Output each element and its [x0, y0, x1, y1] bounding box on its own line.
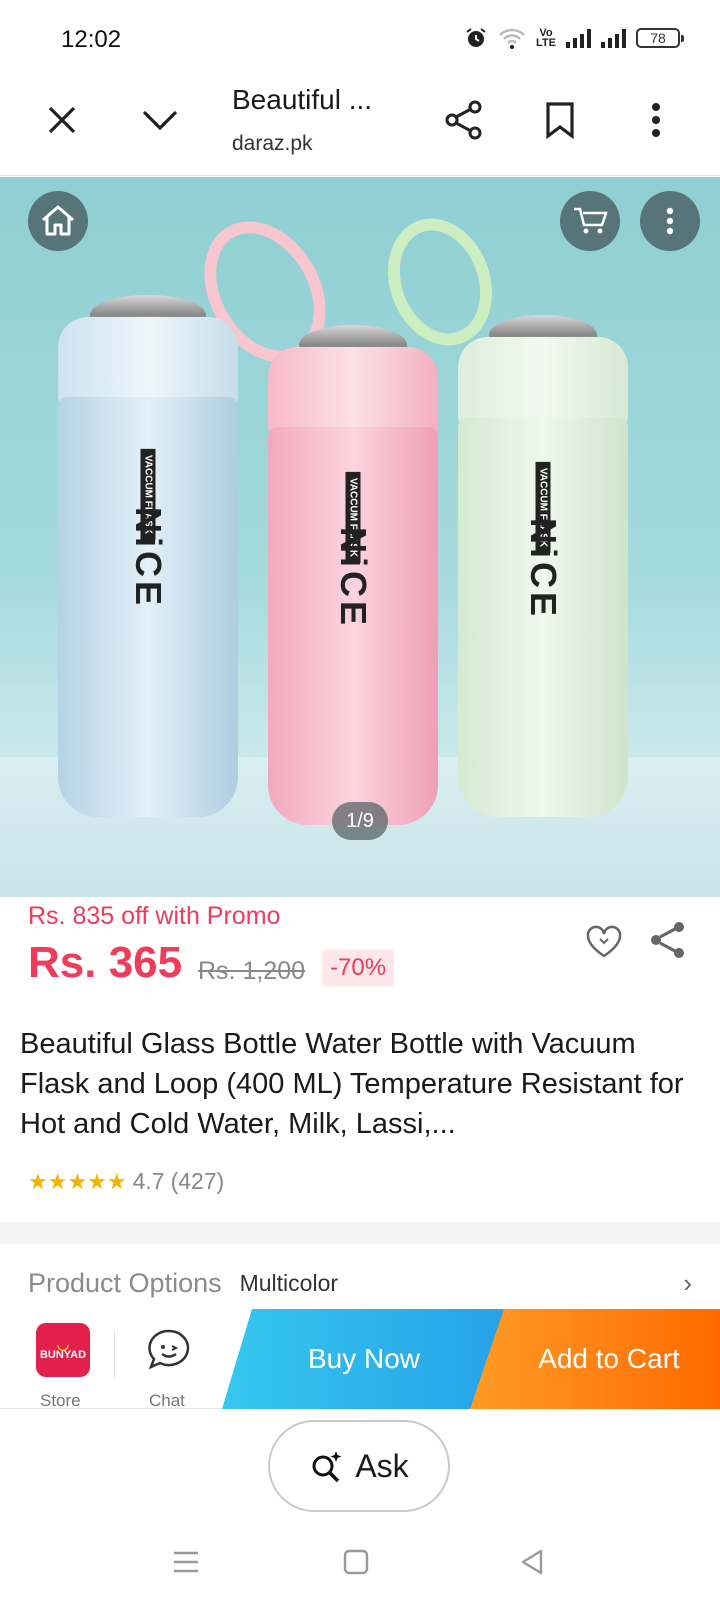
ask-button[interactable]: Ask [268, 1420, 450, 1512]
original-price: Rs. 1,200 [198, 957, 306, 985]
store-button[interactable]: ◡ BUNYAD [36, 1323, 90, 1377]
signal-icon-1 [566, 28, 591, 48]
chevron-right-icon: › [683, 1268, 692, 1298]
product-bottle-blue: VACCUM FLASK NiCE [58, 295, 238, 817]
volte-indicator: Vo LTE [536, 27, 556, 49]
add-to-cart-button[interactable]: Add to Cart [470, 1309, 720, 1409]
home-button[interactable] [28, 191, 88, 251]
promo-text: Rs. 835 off with Promo [28, 902, 281, 930]
rating-value: 4.7 [132, 1168, 165, 1194]
wifi-icon [499, 28, 525, 49]
store-logo-icon: ◡ [56, 1336, 70, 1352]
page-title: Beautiful ... [232, 84, 373, 115]
collapse-button[interactable] [132, 92, 188, 148]
product-bottle-pink: VACCUM FLASK NiCE [268, 325, 438, 825]
system-nav-bar [0, 1530, 720, 1590]
home-nav-button[interactable] [336, 1542, 376, 1582]
share-button[interactable] [436, 92, 492, 148]
menu-icon [174, 1551, 198, 1573]
buy-now-button[interactable]: Buy Now [222, 1309, 506, 1409]
product-options-row[interactable]: Product Options Multicolor › [28, 1268, 692, 1299]
share-icon [445, 100, 482, 140]
status-time: 12:02 [61, 26, 122, 53]
current-price: Rs. 365 [28, 938, 183, 987]
product-share-button[interactable] [646, 918, 690, 962]
page-url: daraz.pk [232, 132, 313, 155]
more-vertical-icon [666, 207, 674, 235]
chat-label: Chat [149, 1391, 185, 1410]
star-rating-icon: ★★★★★ [28, 1168, 127, 1194]
options-value: Multicolor [239, 1270, 339, 1296]
back-button[interactable] [512, 1542, 552, 1582]
discount-badge: -70% [322, 950, 395, 986]
cart-icon [574, 207, 608, 234]
back-triangle-icon [521, 1549, 543, 1575]
status-bar: 12:02 Vo LTE 78 [0, 0, 720, 80]
review-count: (427) [170, 1168, 225, 1194]
more-menu-button[interactable] [628, 92, 684, 148]
close-button[interactable] [34, 92, 90, 148]
product-bottle-green: VACCUM FLASK NiCE [458, 315, 628, 817]
share-icon [651, 922, 684, 958]
gallery-more-button[interactable] [640, 191, 700, 251]
chat-icon[interactable] [146, 1327, 192, 1373]
ai-search-icon [312, 1451, 342, 1483]
bookmark-button[interactable] [532, 92, 588, 148]
action-separator [114, 1331, 115, 1379]
cart-button[interactable] [560, 191, 620, 251]
ask-label: Ask [355, 1447, 409, 1484]
image-counter: 1/9 [332, 802, 388, 840]
store-label: Store [40, 1391, 81, 1410]
chevron-down-icon [142, 110, 178, 131]
battery-icon: 78 [636, 28, 684, 48]
signal-icon-2 [601, 28, 626, 48]
product-title: Beautiful Glass Bottle Water Bottle with… [20, 1028, 684, 1140]
square-icon [343, 1549, 369, 1575]
action-bar: ◡ BUNYAD Store Chat Buy Now Add to Cart [0, 1309, 720, 1410]
store-name: BUNYAD [39, 1349, 87, 1361]
product-rating[interactable]: ★★★★★ 4.7 (427) [28, 1168, 224, 1195]
status-icons: Vo LTE 78 [464, 26, 684, 50]
wishlist-button[interactable] [582, 920, 626, 964]
close-icon [48, 106, 76, 134]
options-label: Product Options [28, 1268, 222, 1298]
section-divider [0, 1222, 720, 1244]
recents-button[interactable] [166, 1542, 206, 1582]
more-vertical-icon [652, 103, 660, 137]
bookmark-icon [546, 102, 574, 139]
home-icon [42, 205, 74, 236]
heart-icon [586, 925, 622, 958]
browser-toolbar: Beautiful ... daraz.pk [0, 80, 720, 176]
product-image-gallery[interactable]: VACCUM FLASK NiCE VACCUM FLASK NiCE VACC… [0, 177, 720, 897]
alarm-icon [466, 28, 486, 47]
